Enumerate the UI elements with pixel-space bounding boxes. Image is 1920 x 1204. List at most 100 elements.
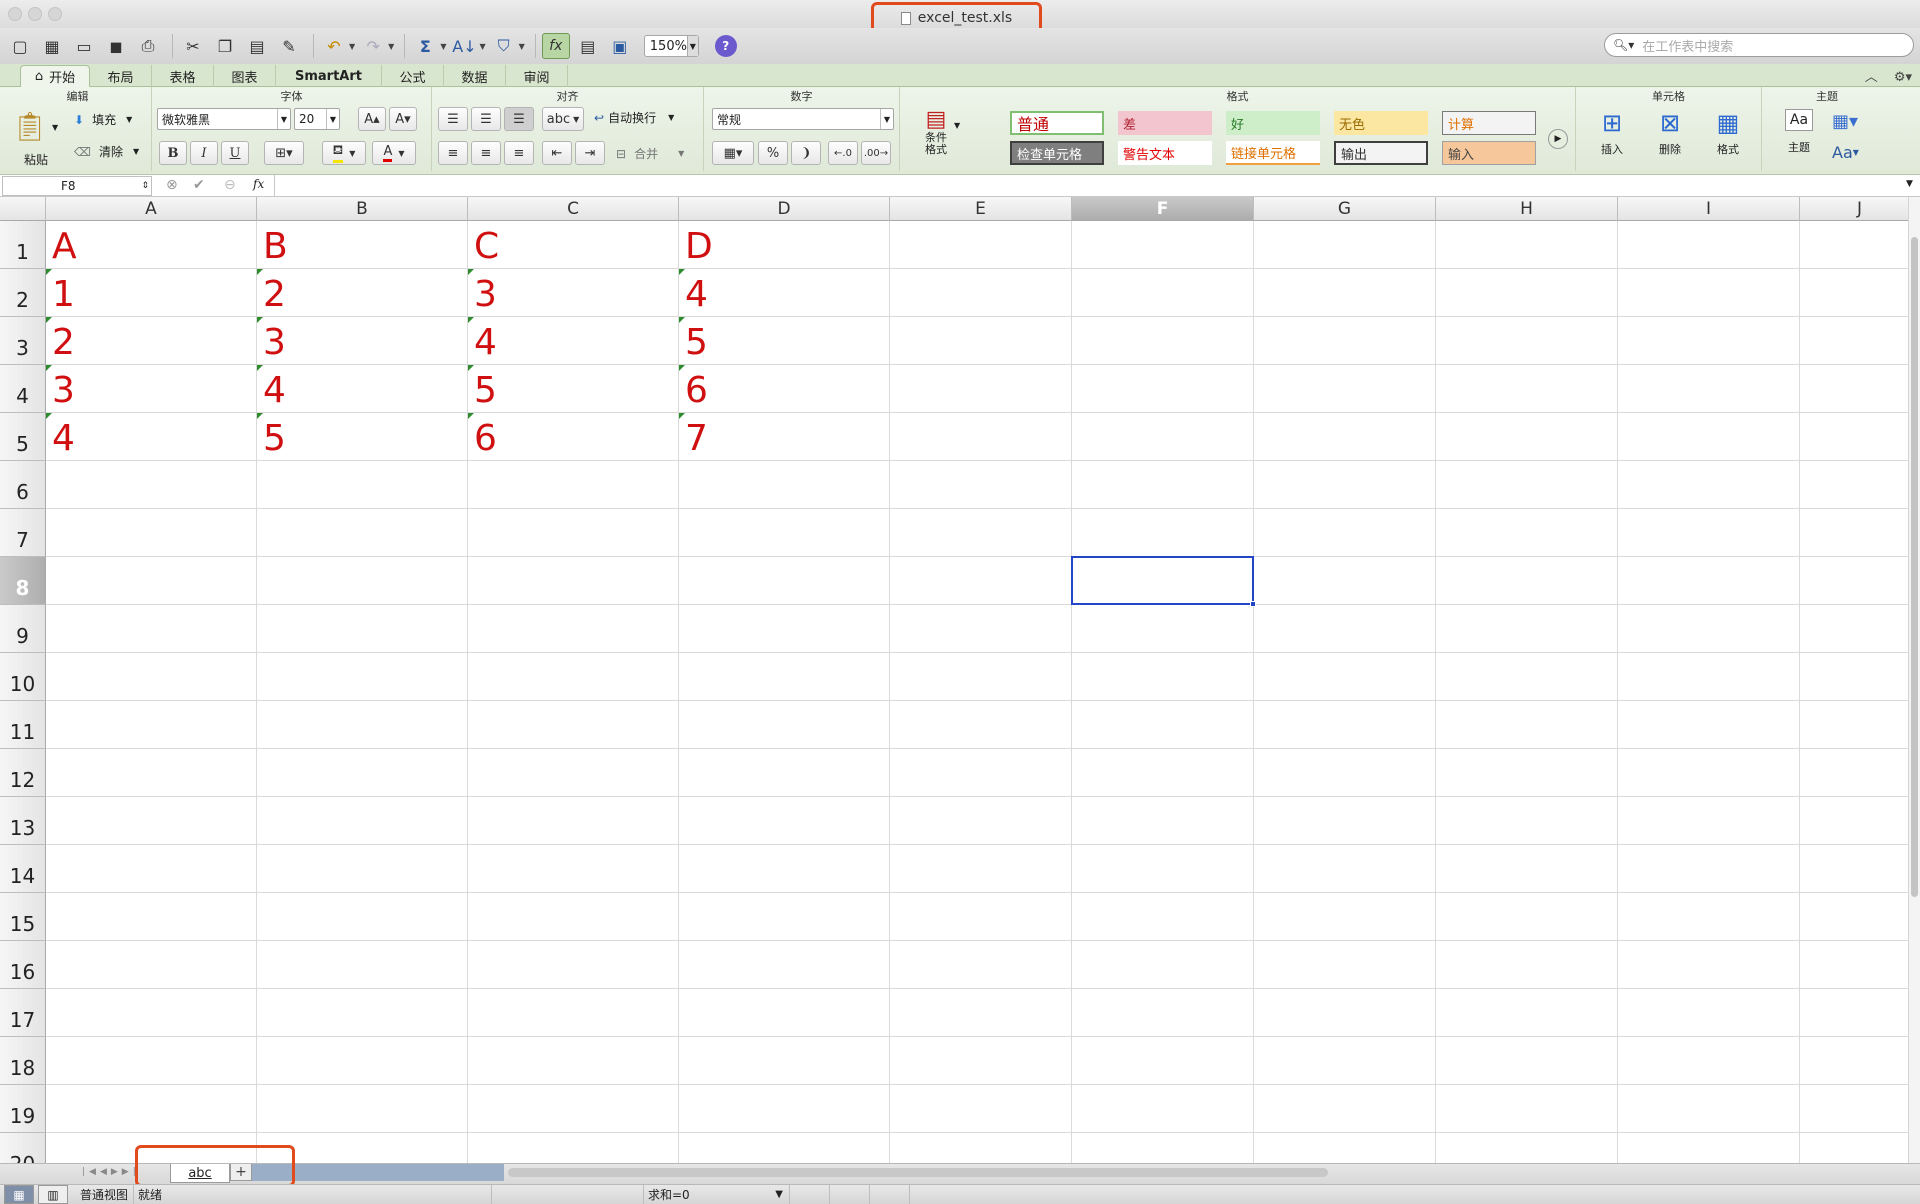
font-size-select[interactable]: 20 ▼: [294, 108, 340, 130]
style-good[interactable]: 好: [1226, 111, 1320, 135]
style-input[interactable]: 输入: [1442, 141, 1536, 165]
vertical-scrollbar[interactable]: [1908, 197, 1920, 1163]
formula-builder-icon[interactable]: ⊖: [224, 177, 236, 193]
style-calculation[interactable]: 计算: [1442, 111, 1536, 135]
fill-dropdown-icon[interactable]: ▼: [126, 115, 132, 124]
toolbox-button[interactable]: ▤: [574, 33, 602, 59]
gear-icon[interactable]: ⚙▾: [1894, 70, 1912, 85]
column-header-c[interactable]: C: [468, 197, 679, 221]
cell-a2[interactable]: 1: [52, 277, 75, 313]
name-box[interactable]: F8 ⇕: [2, 176, 152, 196]
row-header-8[interactable]: 8: [0, 557, 46, 605]
cell-d5[interactable]: 7: [685, 421, 708, 457]
cancel-formula-icon[interactable]: ⊗: [166, 177, 178, 193]
cut-button[interactable]: ✂: [179, 33, 207, 59]
print-button[interactable]: ⎙: [134, 33, 162, 59]
sheet-nav-buttons[interactable]: |◀◀▶▶|: [82, 1167, 140, 1177]
style-bad[interactable]: 差: [1118, 111, 1212, 135]
formula-builder-button[interactable]: fx: [541, 33, 570, 59]
redo-button[interactable]: ↷: [359, 33, 387, 59]
row-header-9[interactable]: 9: [0, 605, 46, 653]
borders-button[interactable]: ⊞▾: [264, 141, 304, 165]
style-output[interactable]: 输出: [1334, 141, 1428, 165]
align-right-button[interactable]: ≡: [504, 141, 534, 165]
align-middle-button[interactable]: ☰: [471, 107, 501, 131]
align-center-button[interactable]: ≡: [471, 141, 501, 165]
row-header-4[interactable]: 4: [0, 365, 46, 413]
undo-button[interactable]: ↶: [320, 33, 348, 59]
text-orientation-button[interactable]: abc ▼: [542, 107, 584, 131]
column-header-a[interactable]: A: [46, 197, 257, 221]
tab-data[interactable]: 数据: [444, 65, 506, 87]
column-header-g[interactable]: G: [1254, 197, 1436, 221]
fill-handle[interactable]: [1250, 601, 1256, 607]
conditional-format-dropdown-icon[interactable]: ▼: [954, 121, 960, 130]
column-header-i[interactable]: I: [1618, 197, 1800, 221]
tab-review[interactable]: 审阅: [506, 65, 568, 87]
page-layout-view-button[interactable]: ▥: [38, 1185, 68, 1204]
cell-b3[interactable]: 3: [263, 325, 286, 361]
filter-button[interactable]: ⛉: [490, 33, 518, 59]
sort-button[interactable]: A↓: [450, 33, 478, 59]
zoom-dropdown-icon[interactable]: ▼: [686, 36, 698, 56]
row-header-6[interactable]: 6: [0, 461, 46, 509]
italic-button[interactable]: I: [190, 141, 218, 165]
column-header-h[interactable]: H: [1436, 197, 1618, 221]
insert-cells-button[interactable]: ⊞ 插入: [1588, 109, 1636, 157]
paste-button[interactable]: 📋︎: [12, 109, 52, 143]
sheet-search-input[interactable]: 🔍︎▾ 在工作表中搜索: [1604, 33, 1914, 57]
percent-button[interactable]: %: [758, 141, 788, 165]
align-bottom-button[interactable]: ☰: [504, 107, 534, 131]
insert-function-button[interactable]: fx: [253, 177, 264, 191]
row-header-15[interactable]: 15: [0, 893, 46, 941]
conditional-format-button[interactable]: ▤ 条件 格式: [916, 107, 956, 156]
autosum-button[interactable]: Σ: [411, 33, 439, 59]
tab-charts[interactable]: 图表: [214, 65, 276, 87]
paste-dropdown-icon[interactable]: ▼: [52, 123, 58, 132]
fill-button[interactable]: ⬇ 填充 ▼: [74, 111, 132, 128]
confirm-formula-icon[interactable]: ✔: [193, 177, 205, 193]
redo-dropdown-icon[interactable]: ▼: [388, 42, 394, 51]
font-color-button[interactable]: A ▼: [372, 141, 416, 165]
theme-fonts-button[interactable]: Aa ▼: [1832, 143, 1859, 162]
align-top-button[interactable]: ☰: [438, 107, 468, 131]
row-header-17[interactable]: 17: [0, 989, 46, 1037]
row-header-20[interactable]: 20: [0, 1133, 46, 1163]
row-header-12[interactable]: 12: [0, 749, 46, 797]
open-button[interactable]: ▭: [70, 33, 98, 59]
vertical-scroll-thumb[interactable]: [1911, 237, 1918, 897]
collapse-ribbon-icon[interactable]: ︿: [1865, 70, 1878, 85]
row-header-7[interactable]: 7: [0, 509, 46, 557]
zoom-window-button[interactable]: [48, 7, 62, 21]
paste-toolbar-button[interactable]: ▤: [243, 33, 271, 59]
cell-b5[interactable]: 5: [263, 421, 286, 457]
cell-a1[interactable]: A: [52, 229, 77, 265]
cell-c2[interactable]: 3: [474, 277, 497, 313]
cell-c4[interactable]: 5: [474, 373, 497, 409]
save-button[interactable]: ◼: [102, 33, 130, 59]
row-header-3[interactable]: 3: [0, 317, 46, 365]
normal-view-button[interactable]: ▦: [4, 1185, 34, 1204]
row-header-5[interactable]: 5: [0, 413, 46, 461]
copy-button[interactable]: ❐: [211, 33, 239, 59]
cell-c1[interactable]: C: [474, 229, 499, 265]
column-header-e[interactable]: E: [890, 197, 1072, 221]
sort-dropdown-icon[interactable]: ▼: [479, 42, 485, 51]
column-header-d[interactable]: D: [679, 197, 890, 221]
column-header-j[interactable]: J: [1800, 197, 1908, 221]
selected-cell-f8[interactable]: [1071, 556, 1254, 605]
horizontal-scrollbar[interactable]: [508, 1168, 1328, 1177]
style-warning-text[interactable]: 警告文本: [1118, 141, 1212, 165]
row-header-14[interactable]: 14: [0, 845, 46, 893]
currency-format-button[interactable]: ▦▾: [712, 141, 754, 165]
decrease-font-button[interactable]: A▾: [389, 107, 417, 131]
align-left-button[interactable]: ≡: [438, 141, 468, 165]
cell-a3[interactable]: 2: [52, 325, 75, 361]
style-normal[interactable]: 普通: [1010, 111, 1104, 135]
filter-dropdown-icon[interactable]: ▼: [519, 42, 525, 51]
row-header-18[interactable]: 18: [0, 1037, 46, 1085]
tab-home[interactable]: ⌂ 开始: [20, 65, 90, 87]
template-gallery-button[interactable]: ▦: [38, 33, 66, 59]
media-browser-button[interactable]: ▣: [606, 33, 634, 59]
number-format-select[interactable]: 常规 ▼: [712, 108, 894, 130]
